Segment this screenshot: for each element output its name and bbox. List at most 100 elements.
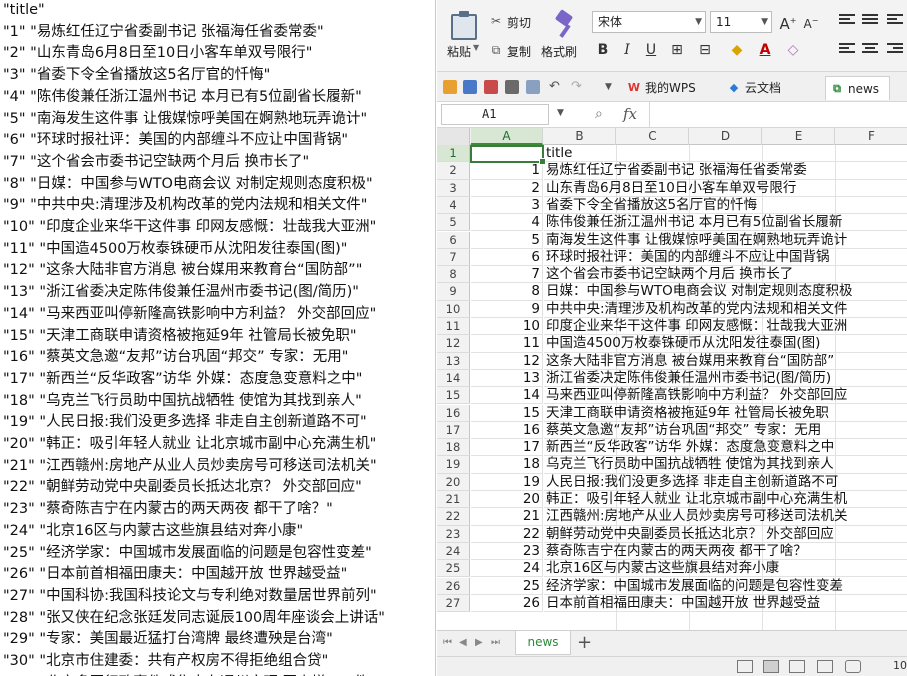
align-left-icon[interactable] [839, 43, 855, 57]
normal-view-active-icon[interactable] [763, 660, 779, 673]
font-shrink-button[interactable]: A− [801, 11, 821, 31]
cell-a[interactable]: 7 [471, 266, 543, 284]
active-cell-selection[interactable] [470, 145, 546, 165]
cell-b[interactable]: 天津工商联申请资格被拖延9年 社管局长被免职 [544, 405, 907, 422]
paste-dropdown-icon[interactable]: ▼ [473, 43, 479, 52]
cell-b[interactable]: 经济学家：中国城市发展面临的问题是包容性变差 [544, 578, 907, 595]
bold-button[interactable]: B [593, 40, 613, 60]
customize-dropdown-icon[interactable]: ▼ [605, 80, 619, 94]
row-header[interactable]: 17 [437, 421, 470, 440]
export-pdf-icon[interactable] [484, 80, 498, 94]
fill-color-icon[interactable]: ◆ [727, 40, 747, 60]
cell-a[interactable]: 9 [471, 300, 543, 318]
cell-a[interactable]: 19 [471, 473, 543, 491]
row-header[interactable]: 10 [437, 300, 470, 318]
cell-b[interactable]: 陈伟俊兼任浙江温州书记 本月已有5位副省长履新 [544, 214, 907, 232]
column-header-a[interactable]: A [471, 128, 543, 145]
row-header[interactable]: 26 [437, 577, 470, 595]
format-painter-button[interactable]: 格式刷 [541, 43, 577, 60]
column-header-b[interactable]: B [544, 128, 616, 145]
font-color-icon[interactable]: A [755, 40, 775, 60]
zoom-icon[interactable]: ⌕ [595, 106, 603, 122]
cell-b[interactable]: 这条大陆非官方消息 被台媒用来教育台“国防部” [544, 353, 907, 370]
cell-a[interactable]: 2 [471, 179, 543, 197]
column-header-d[interactable]: D [690, 128, 762, 145]
normal-view-icon[interactable] [737, 660, 753, 673]
next-sheet-icon[interactable]: ▶ [475, 637, 483, 648]
cell-b[interactable]: 人民日报:我们没更多选择 非走自主创新道路不可 [544, 474, 907, 491]
cell-a[interactable]: 3 [471, 196, 543, 215]
cell-b[interactable]: 中共中央:清理涉及机构改革的党内法规和相关文件 [544, 301, 907, 318]
cell-b[interactable]: 蔡奇陈吉宁在内蒙古的两天两夜 都干了啥？ [544, 543, 907, 561]
page-break-view-icon[interactable] [789, 660, 805, 673]
row-header[interactable]: 13 [437, 352, 470, 370]
row-header[interactable]: 22 [437, 508, 470, 526]
align-bottom-icon[interactable] [887, 14, 903, 28]
cell-b[interactable]: 马来西亚叫停新隆高铁影响中方利益？ 外交部回应 [544, 387, 907, 405]
border-icon[interactable]: ⊞ [667, 40, 687, 60]
align-center-icon[interactable] [862, 43, 878, 57]
cell-b[interactable]: 环球时报社评：美国的内部缠斗不应让中国背锅 [544, 249, 907, 267]
font-size-select[interactable]: 11 ▼ [710, 11, 772, 33]
select-all-corner[interactable] [437, 128, 470, 145]
tab-my-wps[interactable]: W 我的WPS [623, 76, 696, 100]
sheet-tab-news[interactable]: news [515, 631, 571, 655]
cell-a[interactable]: 14 [471, 387, 543, 405]
undo-icon[interactable]: ↶ [549, 80, 563, 94]
cell-b[interactable]: 北京16区与内蒙古这些旗县结对奔小康 [544, 560, 907, 578]
chevron-down-icon[interactable]: ▼ [557, 108, 564, 118]
cell-a[interactable]: 13 [471, 369, 543, 388]
row-header[interactable]: 12 [437, 335, 470, 353]
cell-b[interactable]: 易炼红任辽宁省委副书记 张福海任省委常委 [544, 162, 907, 180]
clear-format-icon[interactable]: ◇ [783, 40, 803, 60]
copy-button[interactable]: 复制 [507, 43, 531, 60]
underline-button[interactable]: U [641, 40, 661, 60]
cell-b[interactable]: 乌克兰飞行员助中国抗战牺牲 使馆为其找到亲人 [544, 456, 907, 474]
cell-a[interactable]: 10 [471, 318, 543, 336]
print-preview-icon[interactable] [526, 80, 540, 94]
spreadsheet-grid[interactable]: ABCDEF 1 title 2 1 易炼红任辽宁省委副书记 张福海任省委常委 3 2 山东青… [437, 128, 907, 630]
paste-button[interactable]: 粘贴 [447, 43, 471, 60]
paste-icon[interactable] [451, 11, 477, 40]
cell-a[interactable]: 11 [471, 335, 543, 353]
cell-b[interactable]: 浙江省委决定陈伟俊兼任温州市委书记(图/简历) [544, 370, 907, 388]
cell-a[interactable]: 24 [471, 560, 543, 578]
page-layout-view-icon[interactable] [817, 660, 833, 673]
cell-a[interactable]: 25 [471, 577, 543, 595]
print-icon[interactable] [505, 80, 519, 94]
column-header-f[interactable]: F [836, 128, 907, 145]
cell-a[interactable]: 16 [471, 421, 543, 440]
cell-a[interactable]: 21 [471, 508, 543, 526]
row-header[interactable]: 1 [437, 145, 470, 163]
row-header[interactable]: 11 [437, 318, 470, 336]
save-icon[interactable] [463, 80, 477, 94]
name-box[interactable]: A1 [441, 104, 549, 125]
cell-a[interactable]: 18 [471, 456, 543, 474]
cell-a[interactable]: 23 [471, 542, 543, 561]
row-header[interactable]: 15 [437, 387, 470, 405]
font-name-select[interactable]: 宋体 ▼ [592, 11, 706, 33]
cell-a[interactable]: 4 [471, 214, 543, 232]
redo-icon[interactable]: ↷ [571, 80, 585, 94]
row-header[interactable]: 3 [437, 179, 470, 197]
row-header[interactable]: 25 [437, 560, 470, 578]
tab-news-workbook[interactable]: ⧉ news [825, 76, 891, 100]
row-header[interactable]: 19 [437, 456, 470, 474]
cell-b[interactable]: 省委下令全省播放这5名厅官的忏悔 [544, 197, 907, 215]
italic-button[interactable]: I [617, 40, 637, 60]
row-header[interactable]: 2 [437, 162, 470, 180]
zoom-level[interactable]: 10 [893, 659, 907, 672]
row-header[interactable]: 16 [437, 404, 470, 422]
row-header[interactable]: 23 [437, 525, 470, 543]
cell-a[interactable]: 6 [471, 248, 543, 267]
row-header[interactable]: 18 [437, 439, 470, 457]
tab-cloud-docs[interactable]: ◆ 云文档 [723, 76, 781, 100]
reading-mode-icon[interactable] [845, 660, 861, 673]
cell-b[interactable]: 印度企业来华干这件事 印网友感慨：壮哉我大亚洲 [544, 318, 907, 336]
row-header[interactable]: 4 [437, 196, 470, 215]
format-painter-icon[interactable] [555, 12, 573, 40]
cell-b[interactable]: 南海发生这件事 让俄媒惊呼美国在婀熟地玩弄诡计 [544, 232, 907, 249]
font-grow-button[interactable]: A+ [778, 11, 798, 33]
row-header[interactable]: 14 [437, 369, 470, 388]
cell-a[interactable]: 1 [471, 162, 543, 180]
